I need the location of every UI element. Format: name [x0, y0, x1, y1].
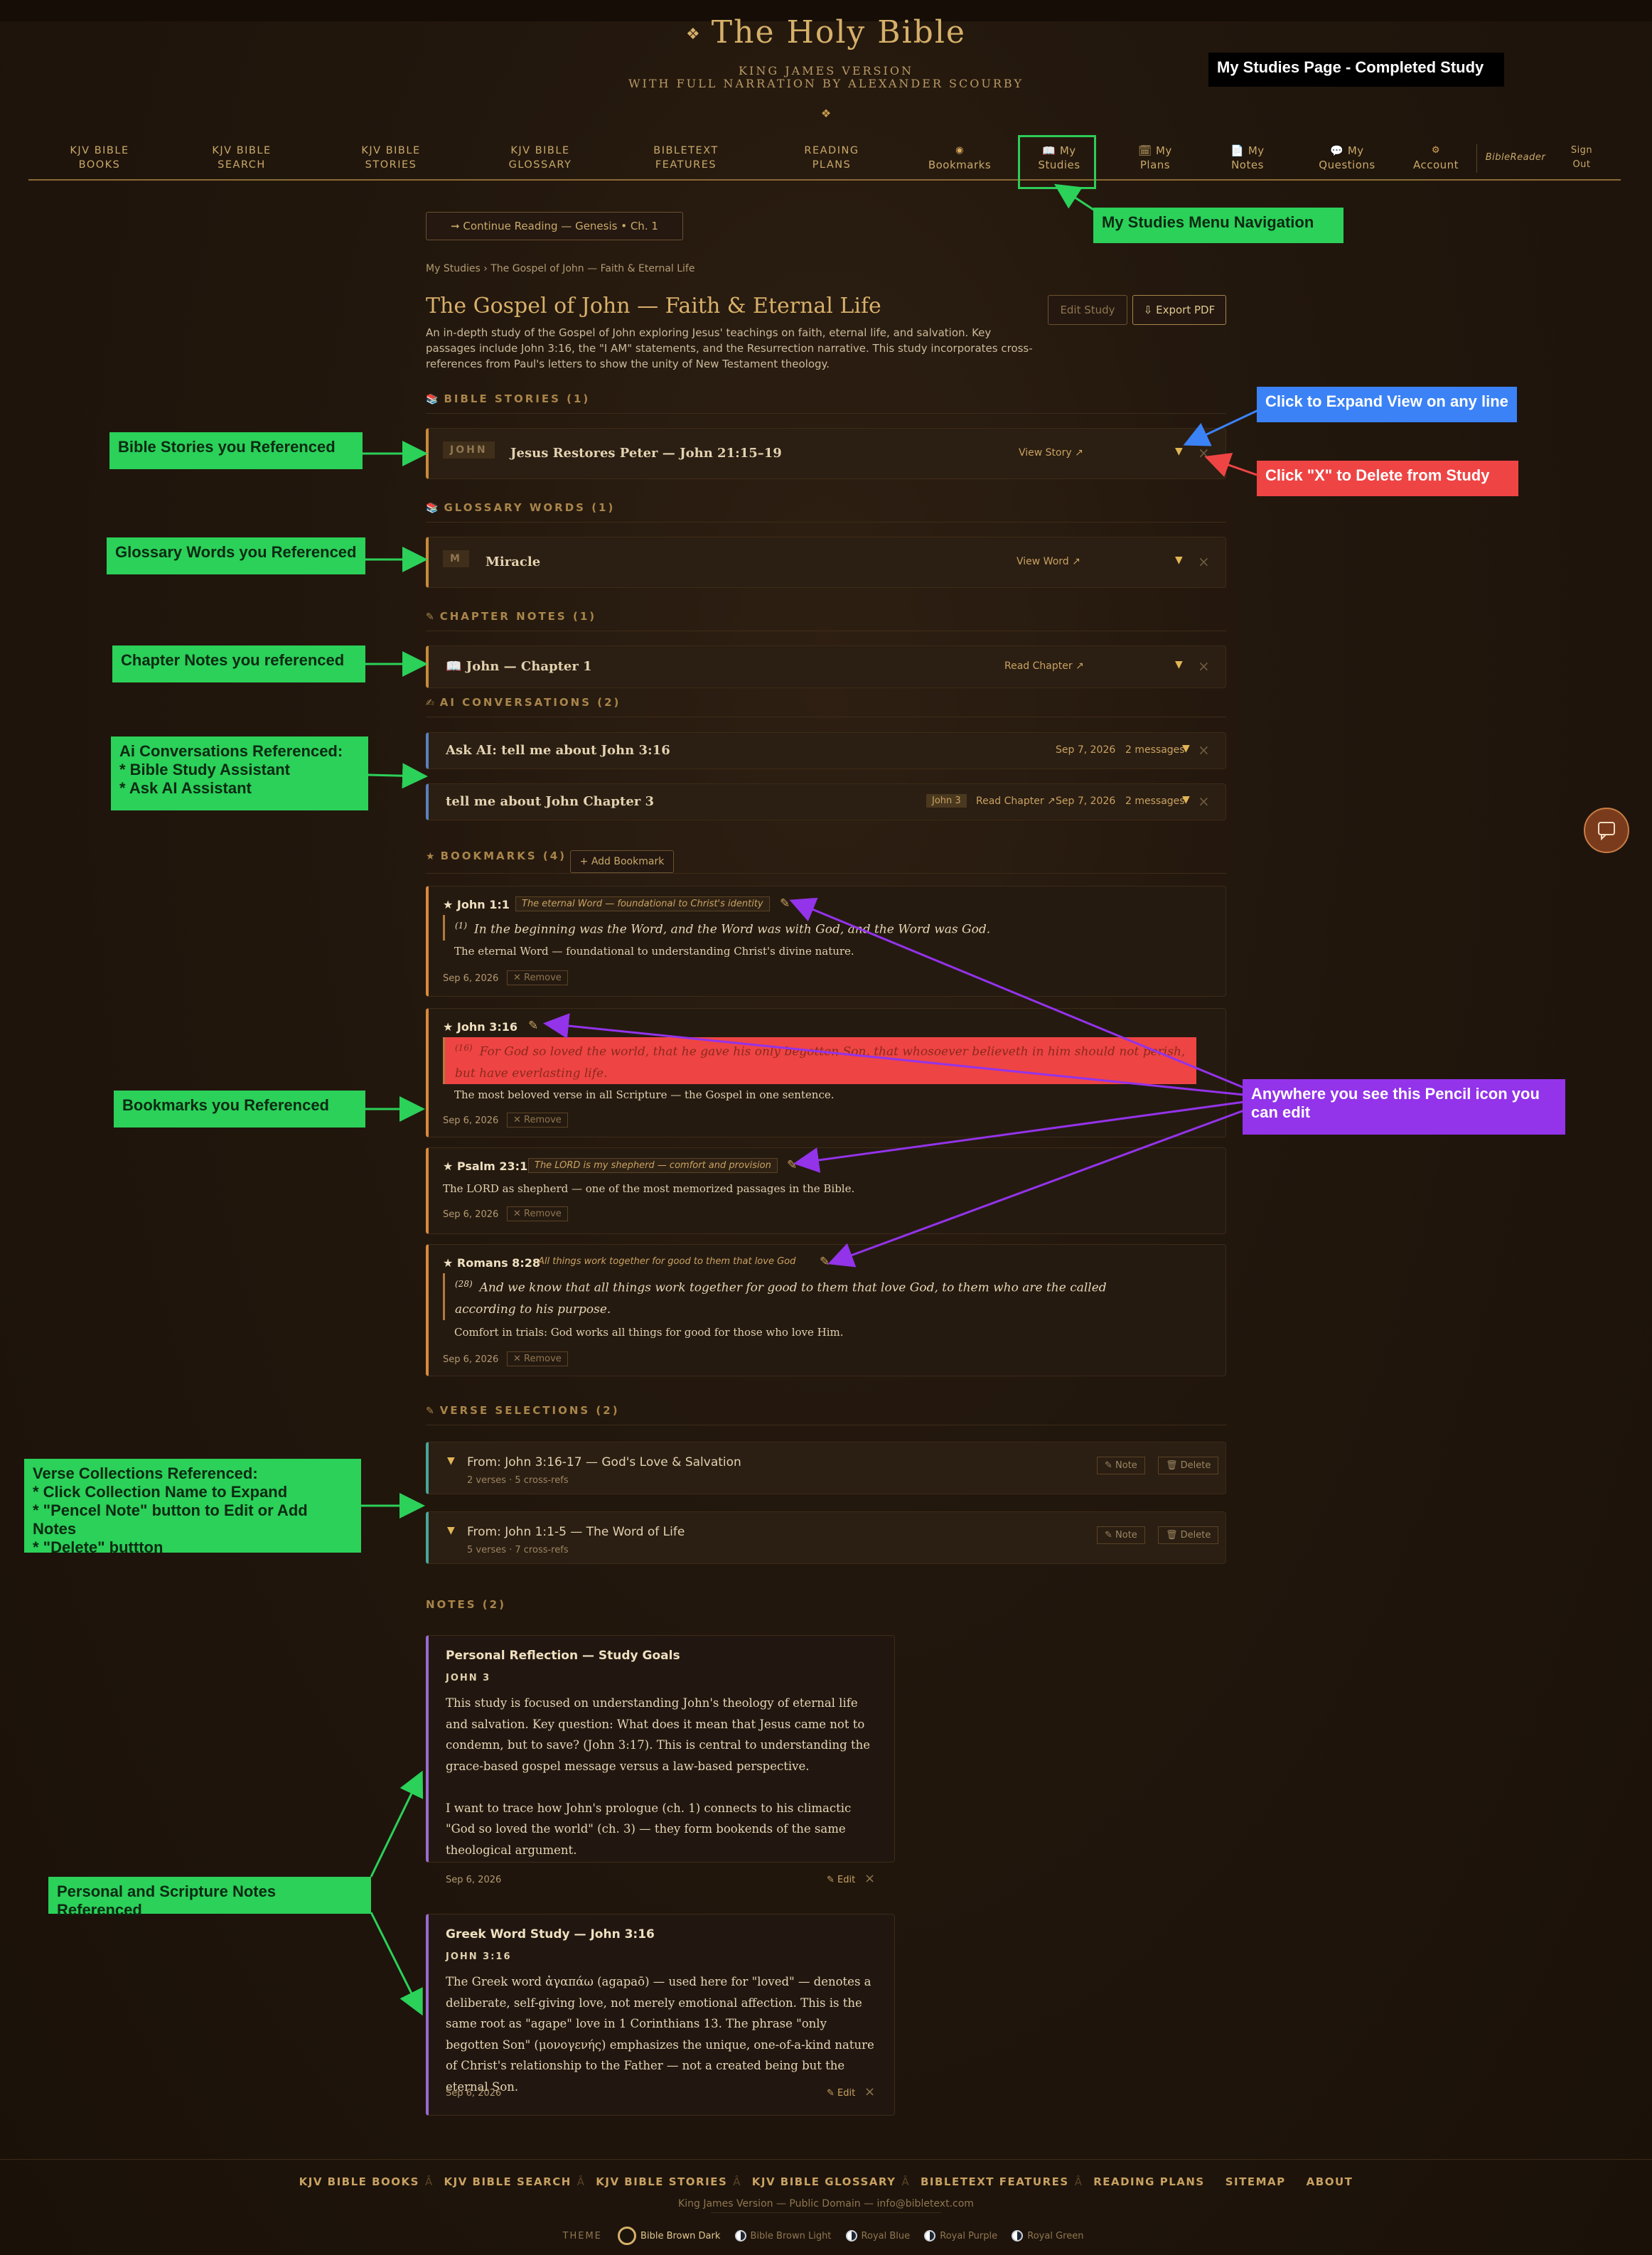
notes-callout: Personal and Scripture Notes Referenced [48, 1877, 371, 1919]
page-label-callout: My Studies Page - Completed Study [1208, 53, 1504, 87]
footer-link[interactable]: BIBLETEXT FEATURES [921, 2175, 1069, 2188]
theme-dot-icon [924, 2230, 936, 2241]
theme-option[interactable]: Royal Purple [924, 2230, 997, 2241]
pencil-callout: Anywhere you see this Pencil icon you ca… [1243, 1079, 1565, 1135]
footer-link[interactable]: ABOUT [1307, 2175, 1353, 2188]
theme-switcher: THEME Bible Brown Dark Bible Brown Light… [0, 2227, 1652, 2245]
expand-callout: Click to Expand View on any line [1257, 387, 1517, 422]
theme-dot-icon [1012, 2230, 1024, 2241]
footer-links: KJV BIBLE BOOKS Â KJV BIBLE SEARCH Â KJV B… [299, 2175, 1353, 2188]
stories-callout: Bible Stories you Referenced [109, 432, 363, 469]
delete-callout: Click "X" to Delete from Study [1257, 461, 1518, 496]
theme-dot-icon [618, 2227, 637, 2245]
chapter-notes-callout: Chapter Notes you referenced [112, 646, 365, 682]
menu-nav-callout: My Studies Menu Navigation [1093, 208, 1343, 243]
footer-link[interactable]: KJV BIBLE STORIES [596, 2175, 727, 2188]
footer-copyright: King James Version — Public Domain — inf… [678, 2198, 974, 2210]
theme-label: THEME [562, 2230, 602, 2241]
verse-collections-callout: Verse Collections Referenced: * Click Co… [24, 1459, 361, 1556]
footer-link[interactable]: READING PLANS [1093, 2175, 1205, 2188]
footer-divider [0, 2159, 1652, 2160]
theme-option[interactable]: Bible Brown Dark [618, 2227, 720, 2245]
footer-divider-small [711, 2212, 941, 2213]
footer-link[interactable]: KJV BIBLE SEARCH [444, 2175, 571, 2188]
bookmarks-callout: Bookmarks you Referenced [114, 1091, 365, 1128]
footer-link[interactable]: KJV BIBLE BOOKS [299, 2175, 419, 2188]
theme-option[interactable]: Bible Brown Light [734, 2230, 831, 2241]
glossary-callout: Glossary Words you Referenced [107, 537, 365, 574]
theme-option[interactable]: Royal Blue [845, 2230, 910, 2241]
footer-link[interactable]: KJV BIBLE GLOSSARY [752, 2175, 896, 2188]
theme-option[interactable]: Royal Green [1012, 2230, 1083, 2241]
footer-link[interactable]: SITEMAP [1225, 2175, 1286, 2188]
theme-dot-icon [845, 2230, 857, 2241]
ai-callout: Ai Conversations Referenced: * Bible Stu… [111, 737, 368, 810]
theme-dot-icon [734, 2230, 746, 2241]
